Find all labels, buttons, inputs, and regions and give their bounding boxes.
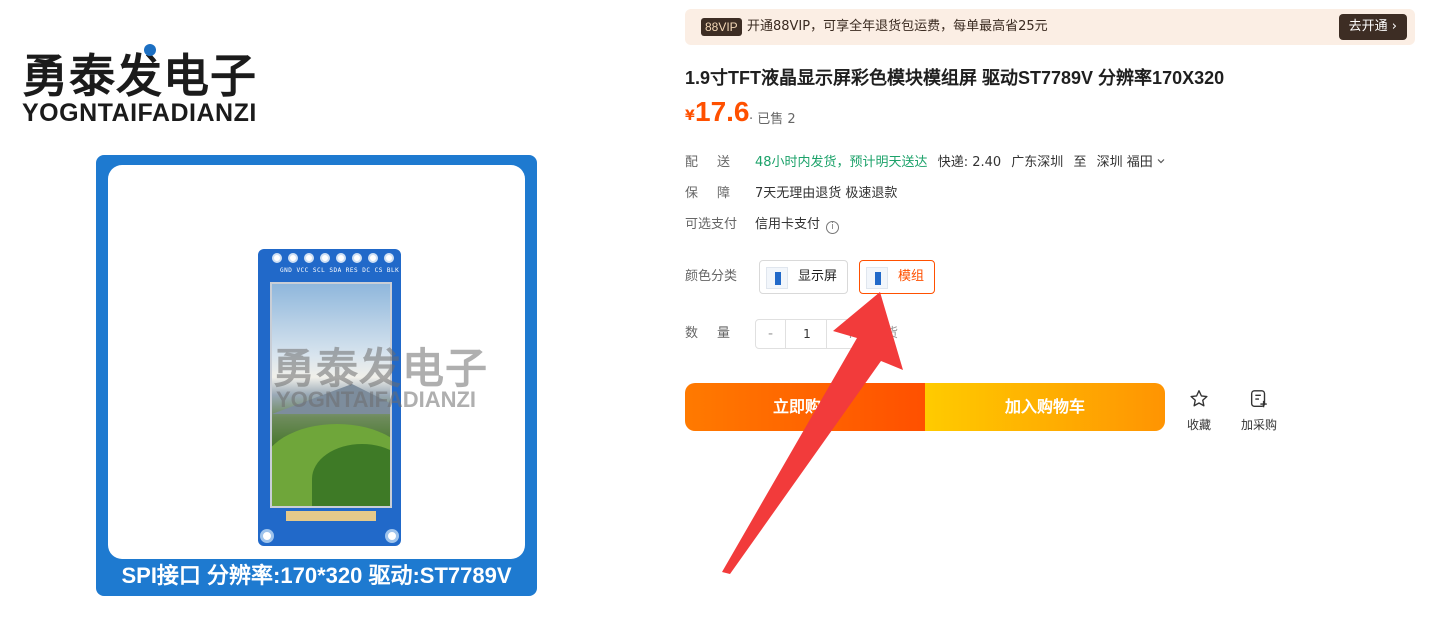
pin-hole	[288, 253, 298, 263]
quantity-stepper: - 1 +	[755, 319, 875, 349]
currency-symbol: ¥	[685, 108, 695, 124]
product-gallery: 勇泰发电子 YOGNTAIFADIANZI GND VCC SCL SDA RE…	[0, 0, 640, 632]
watermark-pinyin: YOGNTAIFADIANZI	[276, 387, 477, 412]
add-to-cart-button[interactable]: 加入购物车	[925, 383, 1165, 431]
payment-label: 可选支付	[685, 217, 738, 232]
sku-options: 显示屏 模组	[759, 260, 1159, 294]
image-panel: GND VCC SCL SDA RES DC CS BLK 勇泰发电子 YOGN…	[108, 165, 525, 559]
quantity-input[interactable]: 1	[786, 320, 828, 348]
shipping-fee: 快递: 2.40	[937, 155, 1002, 170]
sku-thumbnail	[866, 267, 888, 289]
product-title: 1.9寸TFT液晶显示屏彩色模块模组屏 驱动ST7789V 分辨率170X320	[685, 68, 1225, 88]
delivery-promise: 48小时内发货，预计明天送达	[755, 155, 928, 170]
ship-to-word: 至	[1073, 155, 1087, 170]
flex-cable	[286, 511, 376, 521]
guarantee-value: 7天无理由退货 极速退款	[755, 186, 898, 201]
favorite-label: 收藏	[1186, 418, 1211, 432]
delivery-row: 配送 48小时内发货，预计明天送达 快递: 2.40 广东深圳 至 深圳 福田	[685, 154, 1166, 172]
buy-now-button[interactable]: 立即购买	[685, 383, 925, 431]
add-purchase-label: 加采购	[1240, 418, 1277, 432]
guarantee-row: 保障 7天无理由退货 极速退款	[685, 185, 897, 203]
pin-hole	[336, 253, 346, 263]
vip-open-button[interactable]: 去开通 ›	[1338, 14, 1407, 40]
quantity-plus-button[interactable]: +	[826, 320, 874, 348]
pin-hole	[304, 253, 314, 263]
sku-option-label: 模组	[898, 269, 925, 284]
brand-logo-dot	[144, 44, 156, 56]
pin-hole	[320, 253, 330, 263]
mount-hole	[260, 529, 274, 543]
delivery-label: 配送	[685, 155, 750, 170]
payment-row: 可选支付 信用卡支付 i	[685, 216, 840, 234]
sku-thumbnail	[766, 267, 788, 289]
chevron-down-icon	[1157, 159, 1165, 164]
quantity-label: 数量	[685, 326, 750, 341]
quantity-row: 数量 - 1 + 货	[685, 319, 1085, 349]
brand-logo-pinyin: YOGNTAIFADIANZI	[22, 99, 257, 127]
sku-label: 颜色分类	[685, 269, 738, 284]
product-info: 88VIP 开通88VIP，可享全年退货包运费，每单最高省25元 去开通 › 1…	[685, 0, 1420, 632]
destination-selector[interactable]: 深圳 福田	[1097, 155, 1166, 170]
image-caption: SPI接口 分辨率:170*320 驱动:ST7789V	[121, 563, 512, 588]
quantity-minus-button[interactable]: -	[756, 320, 786, 348]
destination-text: 深圳 福田	[1096, 155, 1153, 170]
pin-hole	[272, 253, 282, 263]
sku-option-display[interactable]: 显示屏	[759, 260, 849, 294]
info-icon[interactable]: i	[826, 221, 840, 234]
pin-hole	[352, 253, 362, 263]
ship-from: 广东深圳	[1011, 155, 1064, 170]
payment-value: 信用卡支付	[755, 217, 821, 232]
sold-count: · 已售 2	[749, 112, 796, 127]
purchase-list-icon	[1250, 390, 1267, 408]
vip-badge: 88VIP	[701, 18, 742, 36]
guarantee-label: 保障	[685, 186, 750, 201]
main-product-image[interactable]: GND VCC SCL SDA RES DC CS BLK 勇泰发电子 YOGN…	[96, 155, 537, 596]
vip-promo-text: 开通88VIP，可享全年退货包运费，每单最高省25元	[747, 19, 1048, 34]
stock-suffix: 货	[885, 326, 899, 341]
star-icon	[1190, 390, 1208, 407]
pin-labels: GND VCC SCL SDA RES DC CS BLK	[280, 267, 400, 274]
sku-option-module[interactable]: 模组	[859, 260, 936, 294]
mount-hole	[385, 529, 399, 543]
add-purchase-button[interactable]: 加采购	[1237, 388, 1281, 433]
favorite-button[interactable]: 收藏	[1177, 388, 1221, 433]
product-page: 勇泰发电子 YOGNTAIFADIANZI GND VCC SCL SDA RE…	[0, 0, 1438, 632]
pin-hole	[368, 253, 378, 263]
vip-banner: 88VIP 开通88VIP，可享全年退货包运费，每单最高省25元 去开通 ›	[685, 9, 1415, 45]
sku-option-label: 显示屏	[798, 269, 838, 284]
pin-hole	[384, 253, 394, 263]
sku-label-row: 颜色分类	[685, 268, 755, 286]
brand-logo-text: 勇泰发电子	[22, 49, 257, 103]
price-value: 17.6	[695, 96, 750, 127]
